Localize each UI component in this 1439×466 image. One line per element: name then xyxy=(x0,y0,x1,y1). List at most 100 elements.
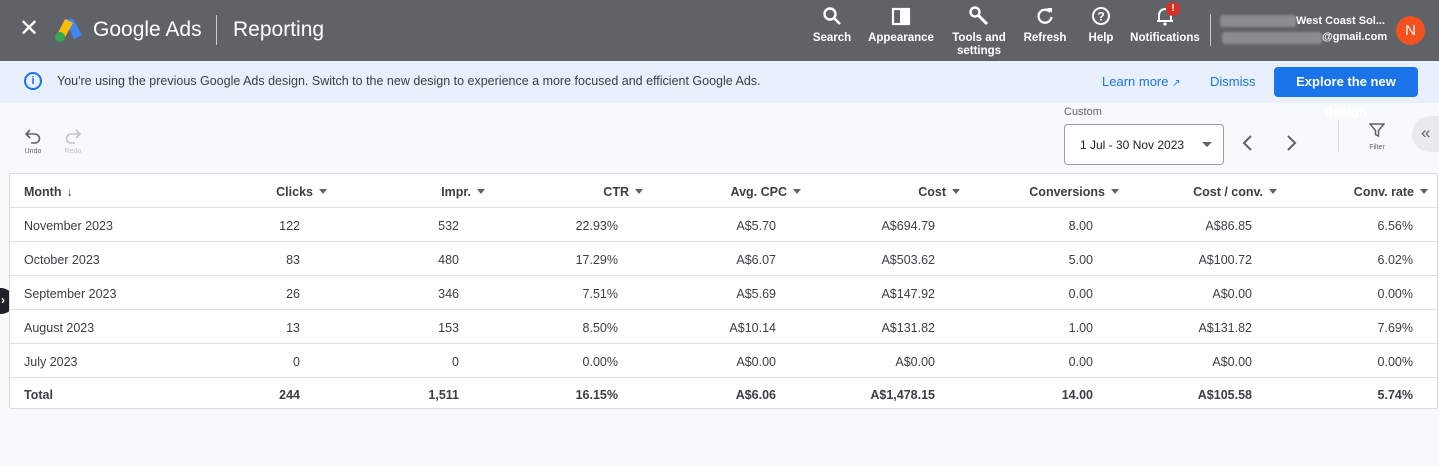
undo-icon xyxy=(24,129,41,144)
cell-clicks: 26 xyxy=(286,287,300,301)
dropdown-caret-icon xyxy=(1202,142,1212,147)
tools-settings-label: Tools and settings xyxy=(952,32,1006,57)
cell-conv-rate: 6.02% xyxy=(1377,253,1413,267)
undo-label: Undo xyxy=(24,148,42,155)
cell-impr: 480 xyxy=(438,253,459,267)
notifications-label: Notifications xyxy=(1130,32,1200,44)
explore-new-design-button[interactable]: Explore the new design xyxy=(1274,67,1418,119)
cell-clicks: 13 xyxy=(286,321,300,335)
cell-clicks: 83 xyxy=(286,253,300,267)
cell-cost: A$1,478.15 xyxy=(870,388,935,402)
cell-clicks: 122 xyxy=(279,219,300,233)
table-row: August 2023 13 153 8.50% A$10.14 A$131.8… xyxy=(10,310,1437,344)
sort-down-icon: ↓ xyxy=(66,185,73,199)
tools-settings-button[interactable]: Tools and settings xyxy=(950,6,1008,58)
column-header-cost[interactable]: Cost xyxy=(918,185,960,199)
page-title: Reporting xyxy=(233,18,325,41)
cell-month: September 2023 xyxy=(24,287,117,301)
cell-clicks: 244 xyxy=(279,388,300,402)
date-range-select[interactable]: 1 Jul - 30 Nov 2023 xyxy=(1064,124,1224,165)
brand-name: Google Ads xyxy=(93,18,202,41)
google-ads-logo xyxy=(55,19,82,42)
filter-button[interactable]: Filter xyxy=(1362,122,1392,151)
cell-conversions: 1.00 xyxy=(1068,321,1093,335)
refresh-button[interactable]: Refresh xyxy=(1023,6,1067,45)
account-email[interactable]: @gmail.com xyxy=(1322,31,1387,43)
appearance-button[interactable]: Appearance xyxy=(868,6,934,45)
cell-ctr: 7.51% xyxy=(582,287,618,301)
cell-ctr: 0.00% xyxy=(582,355,618,369)
account-name[interactable]: West Coast Sol... xyxy=(1296,15,1385,27)
divider xyxy=(1338,120,1339,152)
chevron-right-icon[interactable] xyxy=(1281,133,1301,153)
column-header-label: Impr. xyxy=(441,185,471,199)
cell-conv-rate: 0.00% xyxy=(1377,355,1413,369)
cell-impr: 346 xyxy=(438,287,459,301)
cell-month: July 2023 xyxy=(24,355,78,369)
close-icon[interactable]: ✕ xyxy=(18,17,40,41)
filter-icon xyxy=(1369,123,1385,138)
column-header-conv-rate[interactable]: Conv. rate xyxy=(1354,185,1428,199)
info-icon: i xyxy=(24,72,42,90)
cell-conversions: 0.00 xyxy=(1068,355,1093,369)
undo-button[interactable]: Undo xyxy=(24,126,42,155)
dropdown-caret-icon xyxy=(1269,189,1277,194)
cell-avg-cpc: A$6.06 xyxy=(735,388,776,402)
column-header-avg-cpc[interactable]: Avg. CPC xyxy=(730,185,801,199)
chevron-left-icon[interactable] xyxy=(1238,133,1258,153)
appearance-label: Appearance xyxy=(868,32,934,44)
svg-text:?: ? xyxy=(1097,10,1104,24)
column-header-label: Avg. CPC xyxy=(730,185,788,199)
cell-avg-cpc: A$5.70 xyxy=(736,219,776,233)
column-header-impr[interactable]: Impr. xyxy=(441,185,485,199)
top-bar: ✕ Google Ads Reporting Search Appearance… xyxy=(0,0,1439,61)
dismiss-button[interactable]: Dismiss xyxy=(1210,74,1256,89)
dropdown-caret-icon xyxy=(952,189,960,194)
learn-more-label: Learn more xyxy=(1102,74,1169,89)
cell-conv-rate: 0.00% xyxy=(1377,287,1413,301)
column-header-conversions[interactable]: Conversions xyxy=(1029,185,1119,199)
banner-message: You're using the previous Google Ads des… xyxy=(57,74,761,88)
notification-badge: ! xyxy=(1166,2,1180,16)
column-header-month[interactable]: Month ↓ xyxy=(24,185,73,199)
cell-cost-per-conv: A$105.58 xyxy=(1197,388,1252,402)
table-total-row: Total 244 1,511 16.15% A$6.06 A$1,478.15… xyxy=(10,377,1437,411)
cell-conv-rate: 5.74% xyxy=(1377,388,1413,402)
column-header-label: Cost / conv. xyxy=(1193,185,1263,199)
column-header-cost-per-conv[interactable]: Cost / conv. xyxy=(1193,185,1277,199)
redacted-text xyxy=(1222,32,1322,44)
cell-avg-cpc: A$0.00 xyxy=(736,355,776,369)
cell-impr: 153 xyxy=(438,321,459,335)
cell-impr: 532 xyxy=(438,219,459,233)
help-button[interactable]: ? Help xyxy=(1086,6,1116,45)
cell-avg-cpc: A$10.14 xyxy=(729,321,776,335)
column-header-ctr[interactable]: CTR xyxy=(603,185,643,199)
appearance-icon xyxy=(868,6,934,30)
cell-clicks: 0 xyxy=(293,355,300,369)
cell-cost-per-conv: A$100.72 xyxy=(1198,253,1252,267)
search-icon xyxy=(812,6,852,30)
table-row: October 2023 83 480 17.29% A$6.07 A$503.… xyxy=(10,242,1437,276)
cell-month: Total xyxy=(24,388,53,402)
column-header-label: CTR xyxy=(603,185,629,199)
notifications-button[interactable]: ! Notifications xyxy=(1130,2,1200,45)
column-header-label: Conversions xyxy=(1029,185,1105,199)
redo-label: Redo xyxy=(64,148,82,155)
cell-conversions: 14.00 xyxy=(1061,388,1093,402)
avatar[interactable]: N xyxy=(1396,16,1425,45)
date-range-label: Custom xyxy=(1064,106,1102,118)
search-button[interactable]: Search xyxy=(812,6,852,45)
learn-more-link[interactable]: Learn more ↗ xyxy=(1102,74,1181,89)
external-link-icon: ↗ xyxy=(1172,78,1181,89)
cell-cost: A$131.82 xyxy=(881,321,935,335)
column-header-clicks[interactable]: Clicks xyxy=(276,185,327,199)
cell-month: October 2023 xyxy=(24,253,100,267)
cell-avg-cpc: A$6.07 xyxy=(736,253,776,267)
filter-label: Filter xyxy=(1369,144,1385,151)
cell-impr: 0 xyxy=(452,355,459,369)
cell-cost-per-conv: A$86.85 xyxy=(1205,219,1252,233)
redo-button[interactable]: Redo xyxy=(64,126,82,155)
cell-cost: A$503.62 xyxy=(881,253,935,267)
refresh-icon xyxy=(1023,6,1067,30)
collapse-panel-button[interactable]: « xyxy=(1412,116,1439,152)
